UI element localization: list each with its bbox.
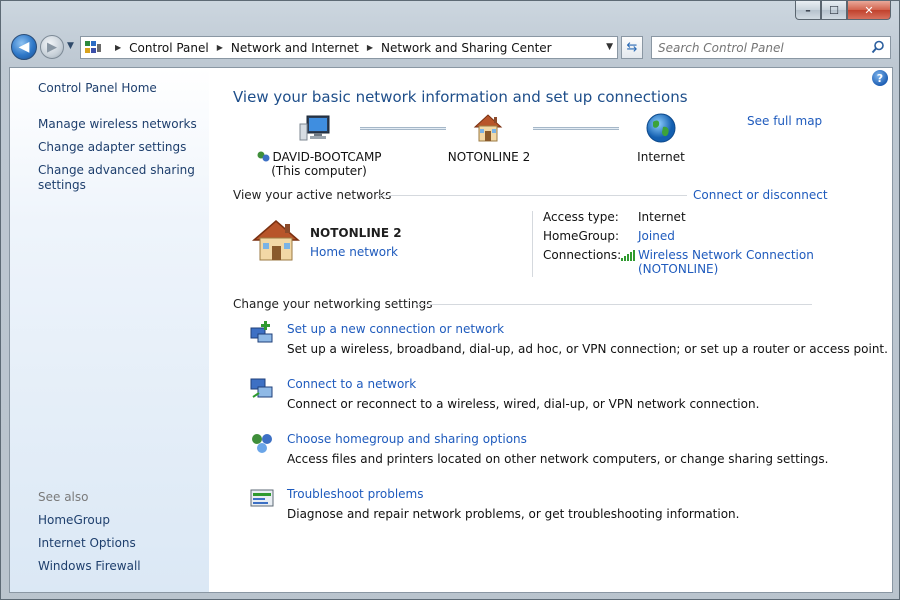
- breadcrumb-chevron-icon[interactable]: ▶: [217, 43, 223, 52]
- connect-network-icon: [250, 378, 273, 398]
- page-title: View your basic network information and …: [233, 88, 688, 106]
- homegroup-label: HomeGroup:: [543, 229, 620, 243]
- networking-settings-header: Change your networking settings: [233, 297, 433, 311]
- map-connection-line: [533, 127, 619, 130]
- setup-connection-link[interactable]: Set up a new connection or network: [287, 322, 504, 336]
- homegroup-joined-link[interactable]: Joined: [638, 229, 675, 243]
- maximize-button[interactable]: ☐: [821, 1, 847, 20]
- sidebar: Control Panel Home Manage wireless netwo…: [10, 68, 209, 592]
- sidebar-homegroup[interactable]: HomeGroup: [38, 513, 198, 528]
- breadcrumb-control-panel[interactable]: Control Panel: [129, 41, 209, 55]
- setup-connection-desc: Set up a wireless, broadband, dial-up, a…: [287, 342, 888, 356]
- computer-subtitle: (This computer): [271, 164, 367, 178]
- address-dropdown-icon[interactable]: ▼: [606, 42, 613, 52]
- sidebar-change-advanced-sharing[interactable]: Change advanced sharing settings: [38, 163, 198, 193]
- section-divider: [416, 304, 812, 305]
- homegroup-sharing-link[interactable]: Choose homegroup and sharing options: [287, 432, 527, 446]
- content-area: Control Panel Home Manage wireless netwo…: [9, 67, 893, 593]
- forward-button[interactable]: ▶: [40, 35, 64, 59]
- home-network-icon: [473, 114, 503, 142]
- sidebar-manage-wireless-networks[interactable]: Manage wireless networks: [38, 117, 198, 132]
- wireless-connection-name: Wireless Network Connection: [638, 248, 814, 262]
- refresh-icon: ⇆: [626, 40, 638, 55]
- sidebar-control-panel-home[interactable]: Control Panel Home: [38, 81, 198, 96]
- map-network-name[interactable]: NOTONLINE 2: [439, 150, 539, 164]
- sidebar-internet-options[interactable]: Internet Options: [38, 536, 198, 551]
- breadcrumb-network-and-internet[interactable]: Network and Internet: [231, 41, 359, 55]
- sidebar-change-adapter-settings[interactable]: Change adapter settings: [38, 140, 198, 155]
- troubleshoot-icon: [250, 489, 274, 507]
- computer-name: DAVID-BOOTCAMP: [272, 150, 382, 164]
- connections-label: Connections:: [543, 248, 622, 262]
- new-connection-icon: [250, 321, 273, 343]
- window-frame: – ☐ ✕ ◀ ▶ ▼ ▶ Control Panel ▶ Network an…: [0, 0, 900, 600]
- active-network-name: NOTONLINE 2: [310, 226, 402, 240]
- wireless-connection-link[interactable]: Wireless Network Connection (NOTONLINE): [638, 248, 814, 276]
- control-panel-icon: [85, 40, 103, 56]
- troubleshoot-link[interactable]: Troubleshoot problems: [287, 487, 423, 501]
- access-type-label: Access type:: [543, 210, 619, 224]
- back-button[interactable]: ◀: [11, 34, 37, 60]
- map-connection-line: [360, 127, 446, 130]
- main-panel: View your basic network information and …: [209, 68, 892, 592]
- wireless-signal-icon: [621, 250, 635, 261]
- breadcrumb-network-sharing-center[interactable]: Network and Sharing Center: [381, 41, 552, 55]
- search-icon[interactable]: [871, 40, 885, 54]
- connect-or-disconnect-link[interactable]: Connect or disconnect: [693, 188, 828, 202]
- active-networks-header: View your active networks: [233, 188, 392, 202]
- breadcrumb-chevron-icon[interactable]: ▶: [115, 43, 121, 52]
- connect-network-link[interactable]: Connect to a network: [287, 377, 416, 391]
- navigation-bar: ◀ ▶ ▼ ▶ Control Panel ▶ Network and Inte…: [9, 33, 893, 61]
- sidebar-windows-firewall[interactable]: Windows Firewall: [38, 559, 198, 574]
- see-full-map-link[interactable]: See full map: [747, 114, 822, 128]
- minimize-button[interactable]: –: [795, 1, 821, 20]
- homegroup-sharing-desc: Access files and printers located on oth…: [287, 452, 829, 466]
- wireless-connection-ssid: (NOTONLINE): [638, 262, 719, 276]
- home-network-link[interactable]: Home network: [310, 245, 398, 259]
- address-bar[interactable]: ▶ Control Panel ▶ Network and Internet ▶…: [80, 36, 618, 59]
- active-network-divider: [532, 211, 533, 277]
- connect-network-desc: Connect or reconnect to a wireless, wire…: [287, 397, 760, 411]
- breadcrumb-chevron-icon[interactable]: ▶: [367, 43, 373, 52]
- refresh-button[interactable]: ⇆: [621, 36, 643, 59]
- map-internet-label[interactable]: Internet: [621, 150, 701, 164]
- computer-icon: [299, 115, 330, 141]
- search-input[interactable]: [652, 37, 862, 58]
- globe-icon: [646, 113, 676, 143]
- homegroup-icon: [252, 434, 272, 453]
- section-divider: [377, 195, 687, 196]
- map-computer-label[interactable]: DAVID-BOOTCAMP (This computer): [249, 150, 389, 178]
- search-box[interactable]: [651, 36, 891, 59]
- troubleshoot-desc: Diagnose and repair network problems, or…: [287, 507, 740, 521]
- caption-buttons: – ☐ ✕: [795, 1, 891, 20]
- access-type-value: Internet: [638, 210, 686, 224]
- recent-pages-dropdown-icon[interactable]: ▼: [67, 41, 74, 51]
- see-also-label: See also: [38, 490, 89, 504]
- close-button[interactable]: ✕: [847, 1, 891, 20]
- home-network-large-icon: [251, 220, 301, 261]
- network-users-icon: [257, 151, 270, 162]
